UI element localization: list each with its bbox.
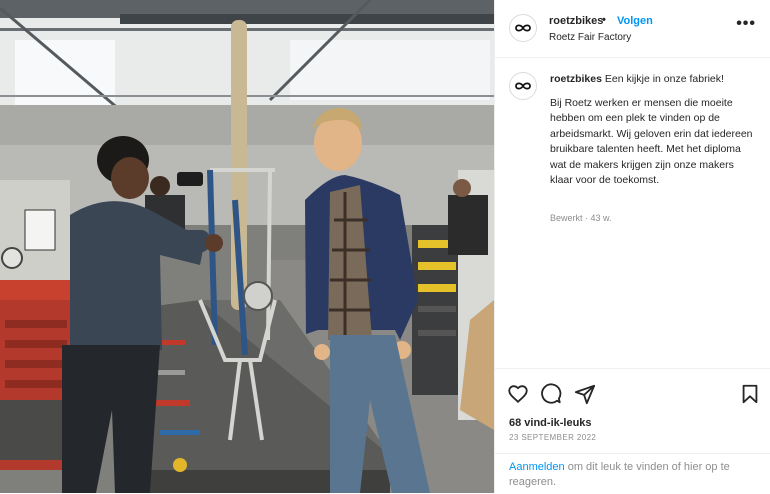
more-options-icon[interactable]: ••• [736, 15, 756, 33]
caption-avatar[interactable] [509, 72, 537, 100]
heart-icon[interactable] [507, 383, 529, 405]
profile-avatar[interactable] [509, 14, 537, 42]
header-username[interactable]: roetzbikes [549, 15, 603, 27]
login-link[interactable]: Aanmelden [509, 461, 565, 473]
follow-button[interactable]: Volgen [617, 15, 653, 27]
login-prompt: Aanmelden om dit leuk te vinden of hier … [495, 453, 770, 494]
comment-icon[interactable] [540, 383, 562, 405]
caption-body: Bij Roetz werken er mensen die moeite he… [550, 96, 753, 187]
post-date: 23 SEPTEMBER 2022 [509, 433, 597, 442]
post-caption: roetzbikes Een kijkje in onze fabriek! B… [550, 72, 756, 197]
bookmark-icon[interactable] [739, 383, 761, 405]
caption-username[interactable]: roetzbikes [550, 73, 602, 85]
location-link[interactable]: Roetz Fair Factory [549, 32, 631, 43]
share-icon[interactable] [574, 383, 596, 405]
roetz-logo-icon [515, 82, 531, 90]
caption-meta: Bewerkt · 43 w. [550, 213, 612, 223]
roetz-logo-icon [515, 24, 531, 32]
factory-photo [0, 0, 494, 493]
header-separator: • [602, 14, 606, 26]
post-photo[interactable] [0, 0, 494, 493]
likes-count[interactable]: 68 vind-ik-leuks [509, 417, 592, 429]
post-actions: 68 vind-ik-leuks 23 SEPTEMBER 2022 Aanme… [495, 368, 770, 493]
post-sidebar: roetzbikes • Volgen Roetz Fair Factory •… [494, 0, 770, 493]
caption-intro: Een kijkje in onze fabriek! [604, 73, 724, 85]
post-header: roetzbikes • Volgen Roetz Fair Factory •… [495, 0, 770, 58]
